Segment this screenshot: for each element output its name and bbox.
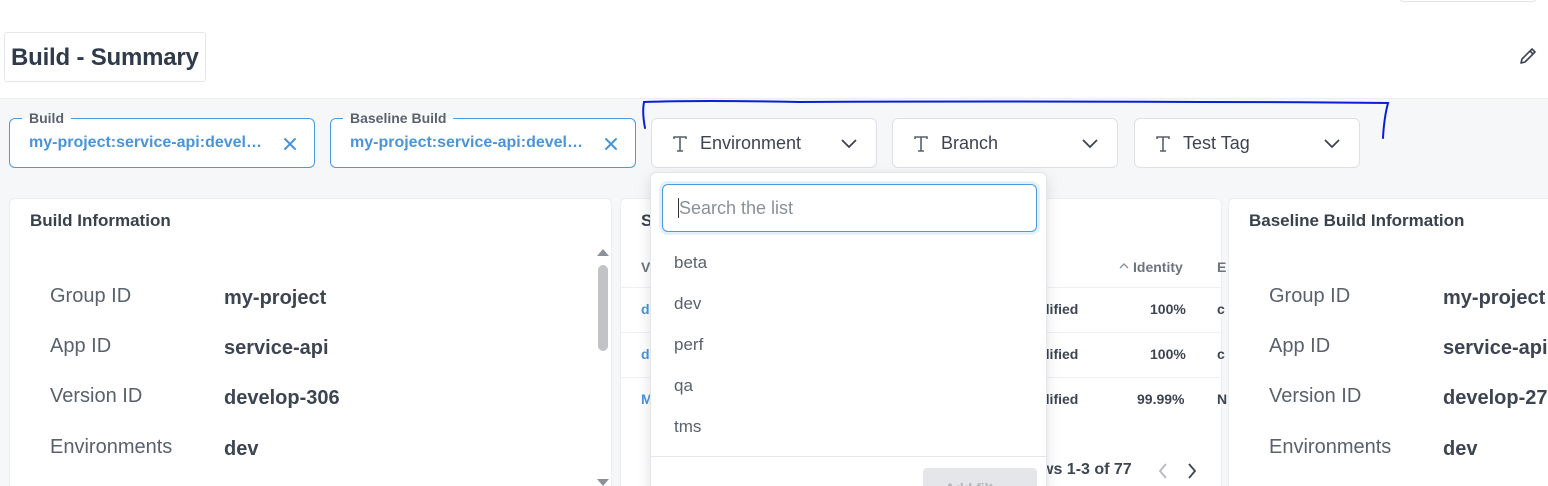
environment-options-popover: beta dev perf qa tms Add filt xyxy=(650,172,1048,486)
chevron-left-icon[interactable] xyxy=(1157,462,1169,480)
table-cell: N xyxy=(1217,391,1228,407)
test-tag-filter-dropdown[interactable]: Test Tag xyxy=(1134,118,1360,168)
option-tms[interactable]: tms xyxy=(674,417,701,437)
app-id-value: service-api xyxy=(1443,337,1548,359)
close-icon[interactable] xyxy=(282,136,298,152)
group-id-label: Group ID xyxy=(1269,285,1351,307)
option-perf[interactable]: perf xyxy=(674,335,703,355)
environment-filter-dropdown[interactable]: Environment xyxy=(651,118,877,168)
option-dev[interactable]: dev xyxy=(674,294,701,314)
baseline-build-filter-chip[interactable]: Baseline Build my-project:service-api:de… xyxy=(330,109,636,168)
option-qa[interactable]: qa xyxy=(674,376,693,396)
version-id-value: develop-306 xyxy=(224,387,340,409)
sort-asc-icon[interactable] xyxy=(1119,261,1129,271)
table-cell-identity: 100% xyxy=(1150,301,1186,317)
scroll-down-arrow-icon[interactable] xyxy=(597,479,609,486)
baseline-build-information-card: Baseline Build Information Group ID my-p… xyxy=(1228,198,1548,486)
environments-label: Environments xyxy=(1269,436,1392,458)
version-id-value: develop-278 xyxy=(1443,387,1548,409)
branch-filter-dropdown[interactable]: Branch xyxy=(892,118,1118,168)
build-filter-chip[interactable]: Build my-project:service-api:devel… xyxy=(9,109,315,168)
test-tag-filter-label: Test Tag xyxy=(1183,133,1250,153)
add-filter-button[interactable]: Add filt xyxy=(923,468,1037,486)
build-filter-legend: Build xyxy=(22,109,71,127)
build-information-title: Build Information xyxy=(30,211,171,230)
branch-filter-label: Branch xyxy=(941,133,999,153)
text-cursor xyxy=(678,198,679,218)
baseline-build-filter-value: my-project:service-api:devel… xyxy=(350,134,583,151)
chevron-down-icon xyxy=(841,139,857,149)
pencil-edit-icon[interactable] xyxy=(1516,44,1540,68)
table-cell-identity: 99.99% xyxy=(1137,391,1185,407)
app-id-value: service-api xyxy=(224,337,329,359)
baseline-build-filter-legend: Baseline Build xyxy=(343,109,454,127)
version-id-label: Version ID xyxy=(50,385,143,407)
table-cell: c xyxy=(1217,346,1225,362)
column-header-identity[interactable]: Identity xyxy=(1133,259,1183,275)
group-id-label: Group ID xyxy=(50,285,132,307)
chevron-down-icon xyxy=(1324,139,1340,149)
text-type-icon xyxy=(914,136,928,152)
column-header-e[interactable]: E xyxy=(1217,259,1226,275)
top-corner-control xyxy=(1398,0,1538,2)
group-id-value: my-project xyxy=(1443,287,1546,309)
app-id-label: App ID xyxy=(50,335,112,357)
pagination-status: ws 1-3 of 77 xyxy=(1041,461,1132,478)
chevron-right-icon[interactable] xyxy=(1186,462,1198,480)
chevron-down-icon xyxy=(1082,139,1098,149)
group-id-value: my-project xyxy=(224,287,327,309)
build-information-card: Build Information Group ID my-project Ap… xyxy=(9,198,612,486)
environment-filter-label: Environment xyxy=(700,133,802,153)
table-cell-identity: 100% xyxy=(1150,346,1186,362)
scrollbar-thumb[interactable] xyxy=(598,265,608,351)
close-icon[interactable] xyxy=(603,136,619,152)
option-beta[interactable]: beta xyxy=(674,253,707,273)
build-filter-value: my-project:service-api:devel… xyxy=(29,134,262,151)
table-cell: c xyxy=(1217,301,1225,317)
app-id-label: App ID xyxy=(1269,335,1331,357)
text-type-icon xyxy=(1156,136,1170,152)
environments-value: dev xyxy=(224,438,259,460)
baseline-build-information-title: Baseline Build Information xyxy=(1249,211,1465,230)
scroll-up-arrow-icon[interactable] xyxy=(597,249,609,256)
header-bar: Build - Summary xyxy=(0,0,1548,98)
page-title[interactable]: Build - Summary xyxy=(4,32,206,82)
environments-label: Environments xyxy=(50,436,173,458)
column-header-v[interactable]: V xyxy=(641,259,650,275)
environments-value: dev xyxy=(1443,438,1478,460)
text-type-icon xyxy=(673,136,687,152)
table-cell-link[interactable]: d xyxy=(641,346,650,362)
table-cell-link[interactable]: d xyxy=(641,301,650,317)
version-id-label: Version ID xyxy=(1269,385,1362,407)
scrollbar[interactable] xyxy=(597,249,609,486)
divider xyxy=(651,456,1048,457)
search-input[interactable] xyxy=(662,184,1037,232)
